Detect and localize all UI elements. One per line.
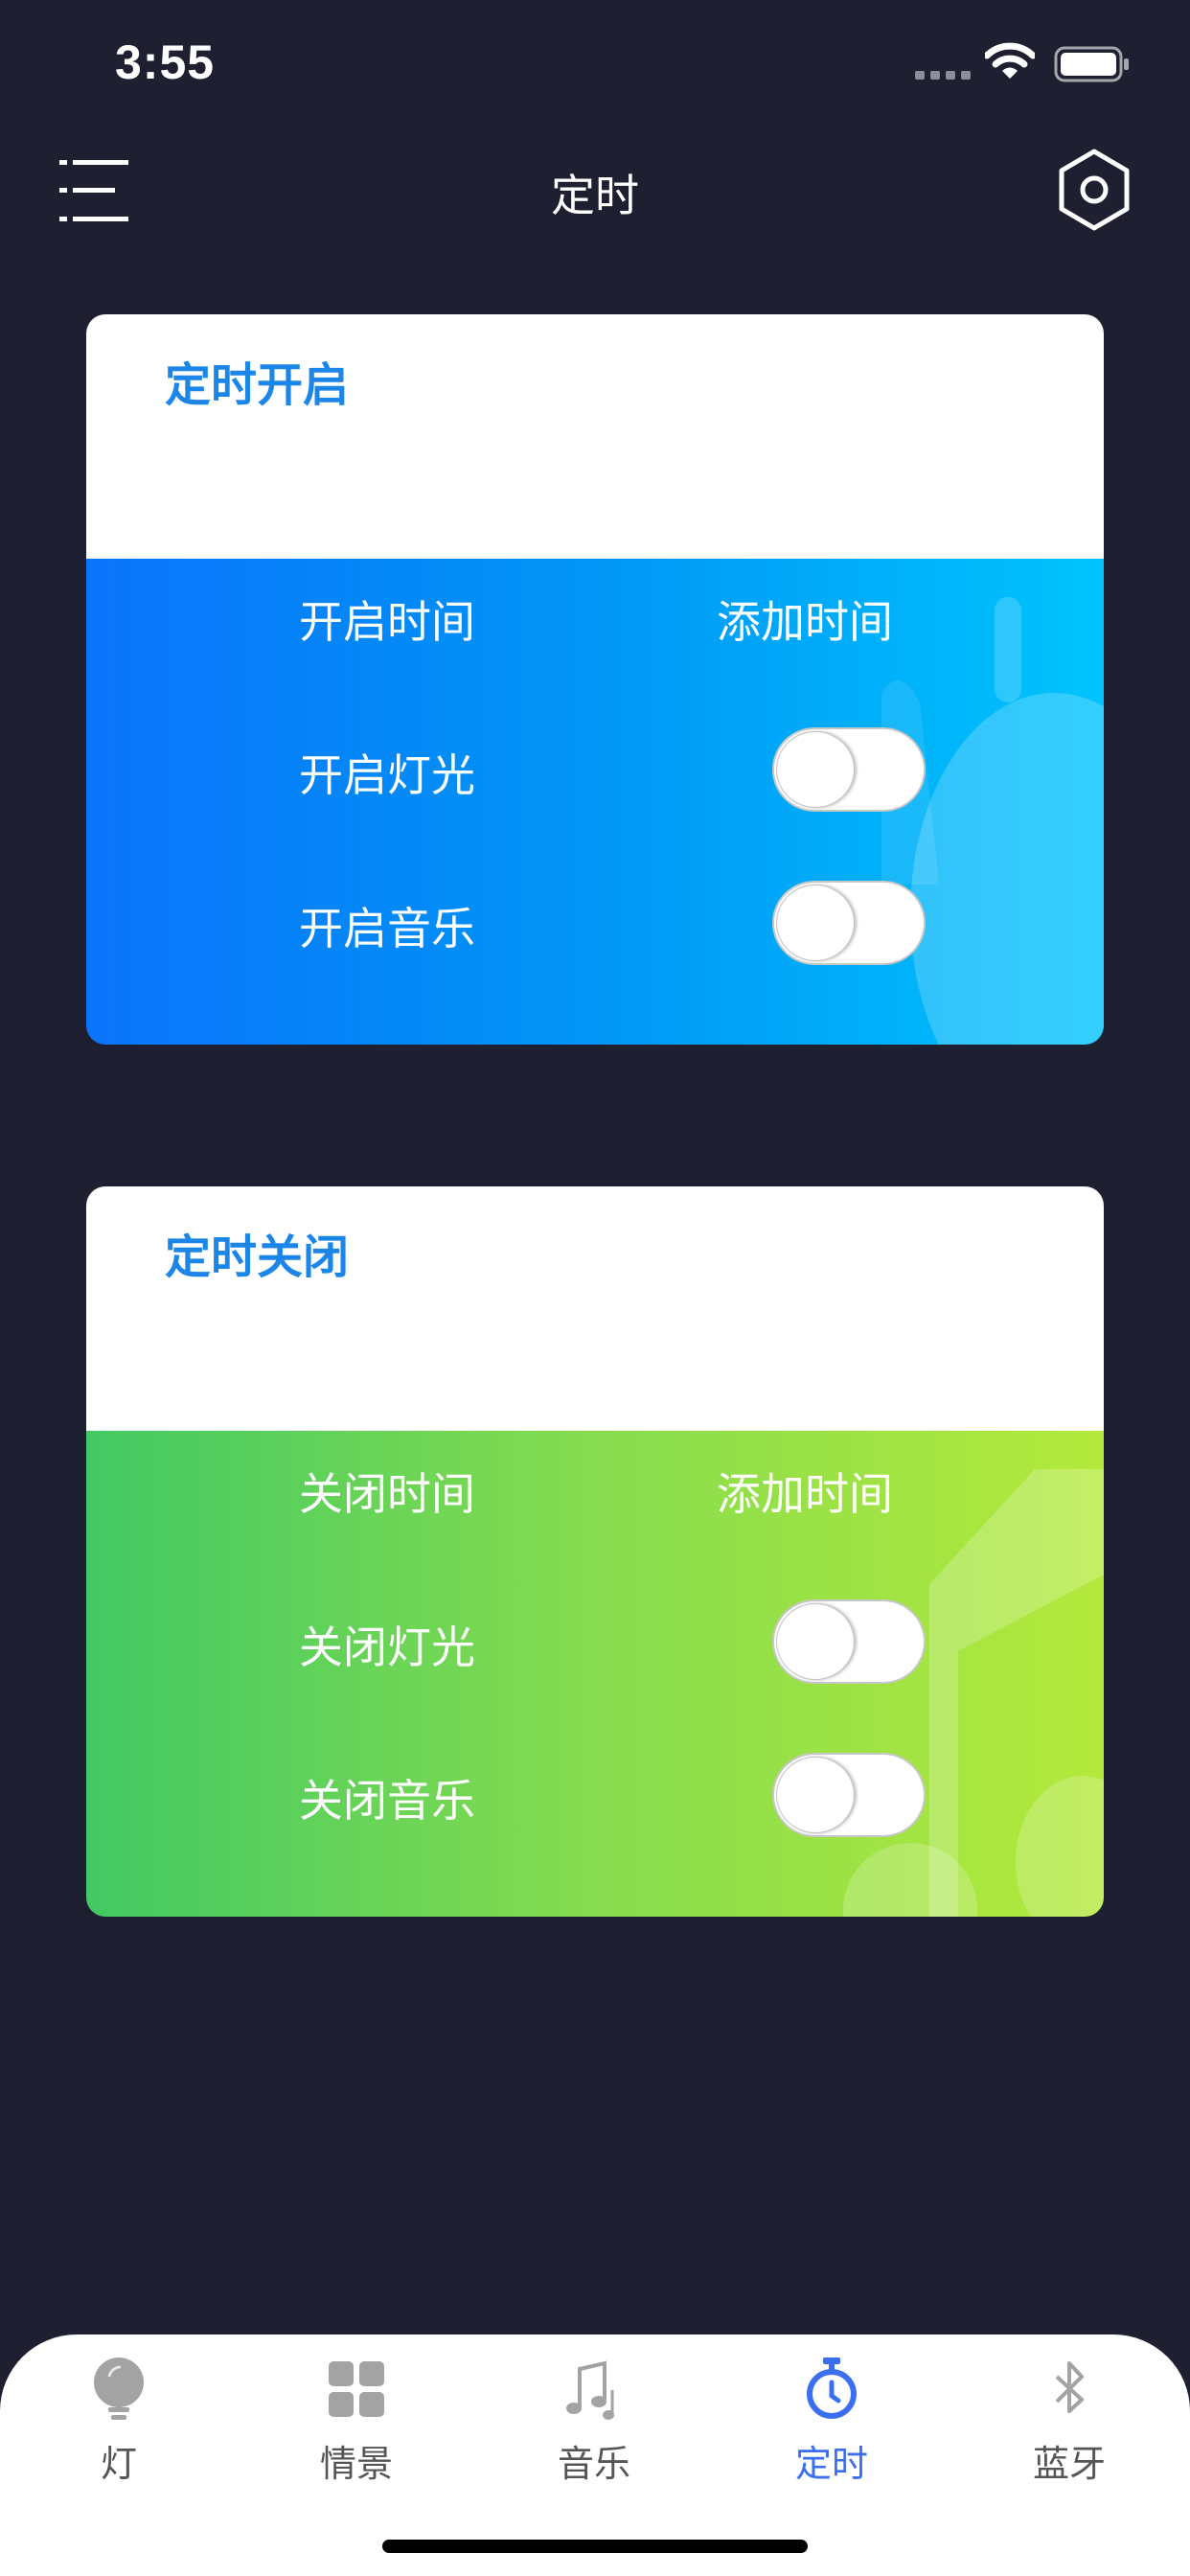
toggle-knob <box>776 1603 855 1680</box>
on-light-toggle[interactable] <box>772 727 926 812</box>
off-light-label: 关闭灯光 <box>299 1622 475 1673</box>
music-note-decoration-icon <box>843 1469 1104 1917</box>
timer-on-header: 定时开启 <box>86 314 1104 559</box>
grid-icon <box>329 2361 384 2417</box>
gear-icon[interactable] <box>1052 148 1136 232</box>
timer-on-title: 定时开启 <box>165 358 350 412</box>
tab-scene[interactable]: 情景 <box>238 2334 475 2507</box>
timer-off-card: 定时关闭 关闭时间 添加时间 关闭灯光 关闭音乐 <box>86 1186 1104 1917</box>
off-light-toggle[interactable] <box>772 1599 926 1684</box>
cellular-signal-icon <box>915 71 971 80</box>
tab-label: 定时 <box>794 2443 868 2485</box>
tab-bluetooth[interactable]: 蓝牙 <box>950 2334 1188 2507</box>
timer-off-header: 定时关闭 <box>86 1186 1104 1431</box>
timer-off-panel: 关闭时间 添加时间 关闭灯光 关闭音乐 <box>86 1431 1104 1917</box>
on-time-label: 开启时间 <box>299 596 475 648</box>
bluetooth-icon <box>1055 2361 1084 2413</box>
status-bar: 3:55 <box>0 0 1190 134</box>
tab-light[interactable]: 灯 <box>0 2334 238 2507</box>
tab-label: 情景 <box>319 2443 393 2485</box>
page-title: 定时 <box>551 170 639 221</box>
toggle-knob <box>776 1757 855 1833</box>
on-music-toggle[interactable] <box>772 881 926 965</box>
on-music-label: 开启音乐 <box>299 903 475 954</box>
nav-bar: 定时 <box>0 144 1190 240</box>
tab-label: 蓝牙 <box>1032 2443 1106 2485</box>
bulb-decoration-icon <box>881 597 1104 1045</box>
music-icon <box>566 2360 614 2420</box>
battery-icon <box>1054 46 1129 82</box>
status-time: 3:55 <box>115 35 216 89</box>
tab-label: 灯 <box>100 2443 137 2485</box>
timer-off-title: 定时关闭 <box>165 1230 350 1284</box>
tab-music[interactable]: 音乐 <box>475 2334 713 2507</box>
on-light-label: 开启灯光 <box>299 749 475 801</box>
off-music-label: 关闭音乐 <box>299 1775 475 1827</box>
tab-timer[interactable]: 定时 <box>713 2334 950 2507</box>
off-music-toggle[interactable] <box>772 1753 926 1837</box>
stopwatch-icon <box>807 2358 857 2419</box>
timer-on-card: 定时开启 开启时间 添加时间 开启灯光 开启音乐 <box>86 314 1104 1045</box>
off-add-time-button[interactable]: 添加时间 <box>717 1460 893 1523</box>
wifi-icon <box>985 42 1035 79</box>
bulb-icon <box>94 2358 144 2420</box>
timer-on-panel: 开启时间 添加时间 开启灯光 开启音乐 <box>86 559 1104 1045</box>
toggle-knob <box>776 731 855 808</box>
tab-label: 音乐 <box>557 2443 630 2485</box>
toggle-knob <box>776 885 855 961</box>
home-indicator <box>382 2540 808 2553</box>
on-add-time-button[interactable]: 添加时间 <box>717 587 893 651</box>
off-time-label: 关闭时间 <box>299 1468 475 1520</box>
